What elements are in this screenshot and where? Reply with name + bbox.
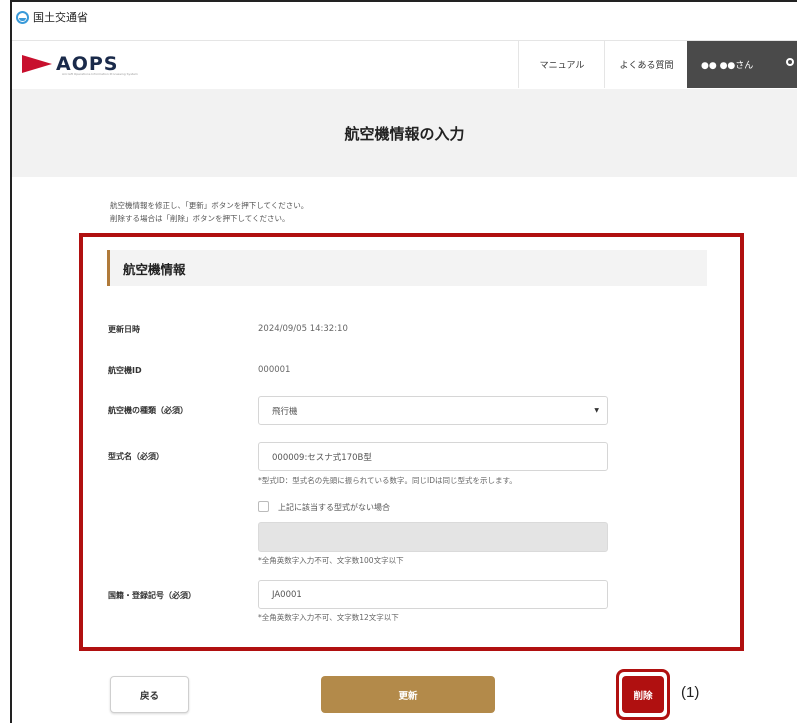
logout-icon[interactable] bbox=[786, 58, 794, 66]
nav-faq-link[interactable]: よくある質問 bbox=[604, 41, 688, 88]
callout-label: (1) bbox=[681, 684, 700, 701]
ministry-bar: 国土交通省 bbox=[16, 8, 88, 26]
highlight-frame bbox=[79, 233, 744, 651]
back-button[interactable]: 戻る bbox=[110, 676, 189, 713]
ministry-logo-icon bbox=[16, 10, 29, 24]
ministry-name: 国土交通省 bbox=[33, 11, 88, 24]
update-button[interactable]: 更新 bbox=[321, 676, 495, 713]
delete-button[interactable]: 削除 bbox=[622, 676, 664, 713]
nav-manual-link[interactable]: マニュアル bbox=[518, 41, 605, 88]
page-frame-top bbox=[10, 0, 797, 2]
user-menu[interactable]: ●● ●●さん bbox=[687, 41, 797, 88]
logo-triangle-icon bbox=[22, 55, 52, 73]
logo-subtext: Aircraft Operations Information Processi… bbox=[62, 72, 138, 76]
instruction-line-2: 削除する場合は「削除」ボタンを押下してください。 bbox=[110, 214, 290, 223]
instruction-line-1: 航空機情報を修正し、「更新」ボタンを押下してください。 bbox=[110, 201, 309, 210]
page-title: 航空機情報の入力 bbox=[344, 124, 465, 143]
